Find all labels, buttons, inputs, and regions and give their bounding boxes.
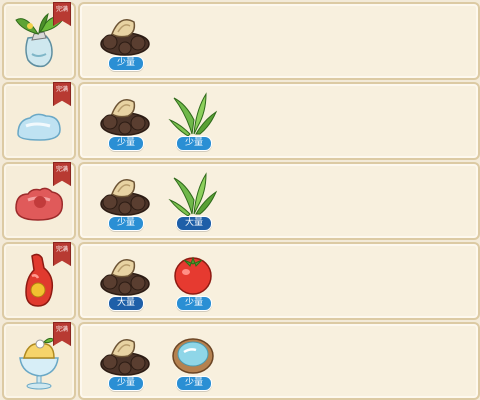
ingredient-panel: 少量 少量	[78, 322, 480, 400]
mushroom-dirt-icon	[100, 19, 150, 56]
ingredient-slot[interactable]: 少量	[94, 330, 156, 392]
ingredient-slot[interactable]: 少量	[162, 90, 224, 152]
recipe-row[interactable]: 完满 少量 少量	[0, 322, 480, 400]
amount-badge: 少量	[108, 136, 144, 151]
dish-thumbnail[interactable]: 完满	[2, 242, 76, 320]
dish-thumbnail[interactable]: 完满	[2, 322, 76, 400]
recipe-list: 完满 少量 完满 少量 少量 完满 少量 大量 完满 大量 少量 完满 少量 少…	[0, 0, 480, 400]
ingredient-panel: 少量 少量	[78, 82, 480, 160]
recipe-row[interactable]: 完满 少量 大量	[0, 162, 480, 240]
amount-badge: 少量	[176, 136, 212, 151]
mushroom-dirt-icon	[100, 179, 150, 216]
water-bowl-icon	[172, 338, 214, 374]
green-herb-icon	[168, 172, 218, 217]
amount-badge: 少量	[108, 216, 144, 231]
mushroom-dirt-icon	[100, 259, 150, 296]
amount-badge: 少量	[176, 376, 212, 391]
amount-badge: 大量	[108, 296, 144, 311]
ingredient-slot[interactable]: 大量	[162, 170, 224, 232]
mushroom-dirt-icon	[100, 99, 150, 136]
green-herb-icon	[168, 92, 218, 137]
amount-badge: 少量	[108, 376, 144, 391]
ingredient-slot[interactable]: 少量	[162, 330, 224, 392]
recipe-row[interactable]: 完满 大量 少量	[0, 242, 480, 320]
tomato-icon	[174, 256, 212, 295]
mushroom-dirt-icon	[100, 339, 150, 376]
ingredient-slot[interactable]: 少量	[162, 250, 224, 312]
dish-thumbnail[interactable]: 完满	[2, 82, 76, 160]
recipe-row[interactable]: 完满 少量 少量	[0, 82, 480, 160]
amount-badge: 少量	[108, 56, 144, 71]
ingredient-slot[interactable]: 少量	[94, 170, 156, 232]
ingredient-slot[interactable]: 少量	[94, 90, 156, 152]
dish-thumbnail[interactable]: 完满	[2, 162, 76, 240]
ingredient-panel: 少量	[78, 2, 480, 80]
dish-thumbnail[interactable]: 完满	[2, 2, 76, 80]
amount-badge: 少量	[176, 296, 212, 311]
amount-badge: 大量	[176, 216, 212, 231]
ingredient-panel: 少量 大量	[78, 162, 480, 240]
ingredient-slot[interactable]: 少量	[94, 10, 156, 72]
recipe-row[interactable]: 完满 少量	[0, 2, 480, 80]
ingredient-panel: 大量 少量	[78, 242, 480, 320]
ingredient-slot[interactable]: 大量	[94, 250, 156, 312]
